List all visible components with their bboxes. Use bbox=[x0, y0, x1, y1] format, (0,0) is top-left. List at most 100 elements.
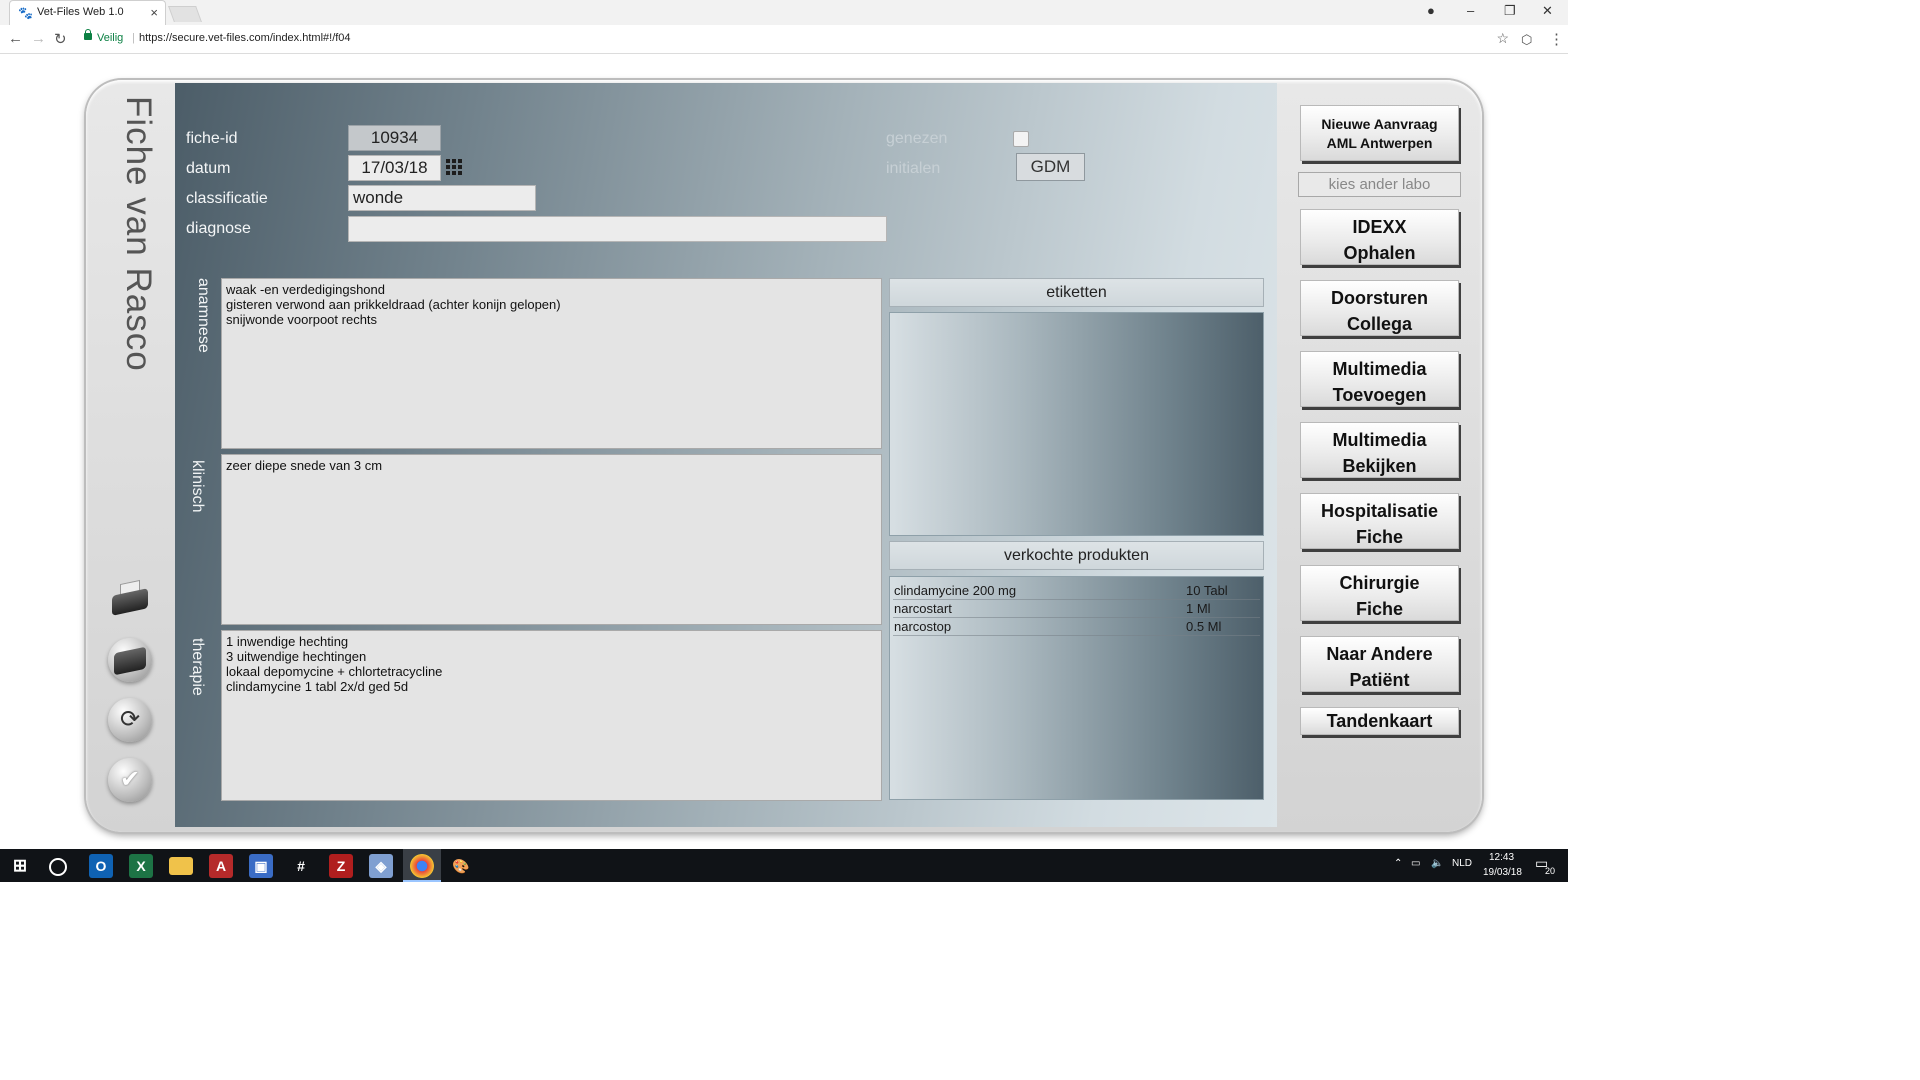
button-line: Doorsturen bbox=[1330, 288, 1428, 308]
initialen-field[interactable]: GDM bbox=[1016, 153, 1085, 181]
omnibox[interactable]: Veilig | https://secure.vet-files.com/in… bbox=[77, 28, 1516, 52]
security-label: Veilig bbox=[97, 32, 124, 44]
button-line: Chirurgie bbox=[1339, 573, 1420, 593]
clock-date[interactable]: 19/03/18 bbox=[1483, 867, 1522, 878]
paint-icon[interactable]: 🎨 bbox=[449, 854, 473, 878]
new-tab-button[interactable] bbox=[168, 6, 202, 22]
check-icon[interactable]: ✔ bbox=[108, 758, 152, 802]
doorsturen-collega-button[interactable]: Doorsturen Collega bbox=[1300, 280, 1459, 336]
product-name: narcostop bbox=[894, 619, 952, 634]
printer-icon[interactable] bbox=[108, 578, 152, 622]
verkochte-produkten-list[interactable]: clindamycine 200 mg 10 Tabl narcostart 1… bbox=[889, 576, 1264, 800]
genezen-label: genezen bbox=[886, 130, 948, 147]
filezilla-icon[interactable]: Z bbox=[329, 854, 353, 878]
genezen-checkbox[interactable] bbox=[1013, 131, 1029, 147]
clock-time[interactable]: 12:43 bbox=[1489, 852, 1514, 863]
button-line: Ophalen bbox=[1343, 243, 1416, 263]
virtualbox-icon[interactable]: ◈ bbox=[369, 854, 393, 878]
klinisch-textarea[interactable]: zeer diepe snede van 3 cm bbox=[221, 454, 882, 625]
extension-icon[interactable]: ⬡ bbox=[1521, 32, 1532, 48]
verkochte-produkten-header[interactable]: verkochte produkten bbox=[889, 541, 1264, 570]
fiche-id-label: fiche-id bbox=[186, 130, 238, 147]
reload-icon[interactable]: ↻ bbox=[54, 30, 67, 48]
access-icon[interactable]: A bbox=[209, 854, 233, 878]
slack-icon[interactable]: # bbox=[289, 854, 313, 878]
browser-tab[interactable]: 🐾 Vet-Files Web 1.0 × bbox=[9, 0, 166, 25]
browser-tabbar: 🐾 Vet-Files Web 1.0 × ● – ❐ ✕ bbox=[0, 0, 1568, 25]
account-icon[interactable]: ● bbox=[1427, 3, 1435, 18]
tab-close-icon[interactable]: × bbox=[150, 5, 158, 20]
restore-icon[interactable]: ❐ bbox=[1504, 3, 1516, 19]
file-explorer-icon[interactable] bbox=[169, 857, 193, 875]
product-qty: 10 Tabl bbox=[1186, 583, 1228, 598]
tray-chevron-icon[interactable]: ⌃ bbox=[1394, 858, 1402, 869]
button-line: Toevoegen bbox=[1332, 385, 1427, 405]
product-qty: 0.5 Ml bbox=[1186, 619, 1222, 634]
network-icon[interactable]: ▭ bbox=[1411, 858, 1420, 869]
idexx-ophalen-button[interactable]: IDEXX Ophalen bbox=[1300, 209, 1459, 265]
datum-field[interactable]: 17/03/18 bbox=[348, 155, 441, 181]
minimize-icon[interactable]: – bbox=[1467, 3, 1474, 18]
button-line: Nieuwe Aanvraag bbox=[1321, 116, 1438, 132]
naar-andere-patient-button[interactable]: Naar Andere Patiënt bbox=[1300, 636, 1459, 692]
button-line: Naar Andere bbox=[1326, 644, 1433, 664]
excel-icon[interactable]: X bbox=[129, 854, 153, 878]
back-icon[interactable]: ← bbox=[8, 30, 23, 47]
windows-taskbar: ⊞ O X A ▣ # Z ◈ 🎨 ⌃ ▭ 🔈 NLD 12:43 19/03/… bbox=[0, 849, 1568, 882]
url-text[interactable]: https://secure.vet-files.com/index.html#… bbox=[139, 32, 351, 44]
forward-icon[interactable]: → bbox=[31, 30, 46, 47]
chrome-icon[interactable] bbox=[410, 854, 434, 878]
datum-label: datum bbox=[186, 160, 231, 177]
vetfiles-favicon-icon: 🐾 bbox=[18, 6, 33, 20]
windows-start-icon[interactable]: ⊞ bbox=[8, 854, 32, 878]
chirurgie-fiche-button[interactable]: Chirurgie Fiche bbox=[1300, 565, 1459, 621]
label-printer-icon[interactable] bbox=[108, 638, 152, 682]
menu-icon[interactable]: ⋮ bbox=[1549, 30, 1564, 48]
bookmark-star-icon[interactable]: ☆ bbox=[1496, 30, 1509, 47]
button-line: Hospitalisatie bbox=[1320, 501, 1439, 521]
text-line: waak -en verdedigingshond bbox=[226, 282, 385, 297]
button-line: Fiche bbox=[1355, 527, 1403, 547]
calendar-icon[interactable] bbox=[446, 159, 462, 175]
product-name: narcostart bbox=[894, 601, 952, 616]
classificatie-field[interactable]: wonde bbox=[348, 185, 536, 211]
product-row[interactable]: narcostart 1 Ml bbox=[893, 599, 1260, 618]
kies-ander-labo-select[interactable]: kies ander labo bbox=[1298, 172, 1461, 197]
multimedia-bekijken-button[interactable]: Multimedia Bekijken bbox=[1300, 422, 1459, 478]
cortana-icon[interactable] bbox=[49, 858, 67, 876]
button-line: Bekijken bbox=[1342, 456, 1417, 476]
button-line: AML Antwerpen bbox=[1326, 135, 1433, 151]
product-name: clindamycine 200 mg bbox=[894, 583, 1017, 598]
therapie-textarea[interactable]: 1 inwendige hechting 3 uitwendige hechti… bbox=[221, 630, 882, 801]
text-line: lokaal depomycine + chlortetracycline bbox=[226, 664, 443, 679]
etiketten-header[interactable]: etiketten bbox=[889, 278, 1264, 307]
outlook-icon[interactable]: O bbox=[89, 854, 113, 878]
lock-icon bbox=[84, 29, 92, 40]
network-app-icon[interactable]: ▣ bbox=[249, 854, 273, 878]
diagnose-field[interactable] bbox=[348, 216, 887, 242]
anamnese-textarea[interactable]: waak -en verdedigingshond gisteren verwo… bbox=[221, 278, 882, 449]
klinisch-label: klinisch bbox=[189, 460, 206, 513]
button-line: Patiënt bbox=[1349, 670, 1410, 690]
page-title: Fiche van Rasco bbox=[119, 96, 158, 372]
therapie-label: therapie bbox=[189, 638, 206, 696]
nieuwe-aanvraag-aml-button[interactable]: Nieuwe Aanvraag AML Antwerpen bbox=[1300, 105, 1459, 161]
text-line: snijwonde voorpoot rechts bbox=[226, 312, 378, 327]
text-line: gisteren verwond aan prikkeldraad (achte… bbox=[226, 297, 561, 312]
product-row[interactable]: clindamycine 200 mg 10 Tabl bbox=[893, 581, 1260, 600]
volume-icon[interactable]: 🔈 bbox=[1431, 858, 1443, 869]
address-bar-row: ← → ↻ Veilig | https://secure.vet-files.… bbox=[0, 25, 1568, 54]
hospitalisatie-fiche-button[interactable]: Hospitalisatie Fiche bbox=[1300, 493, 1459, 549]
anamnese-label: anamnese bbox=[195, 278, 212, 353]
etiketten-list[interactable] bbox=[889, 312, 1264, 536]
tandenkaart-button[interactable]: Tandenkaart bbox=[1300, 707, 1459, 735]
language-indicator[interactable]: NLD bbox=[1452, 858, 1472, 869]
notification-count: 20 bbox=[1545, 866, 1556, 876]
button-line: Fiche bbox=[1355, 599, 1403, 619]
product-row[interactable]: narcostop 0.5 Ml bbox=[893, 617, 1260, 636]
multimedia-toevoegen-button[interactable]: Multimedia Toevoegen bbox=[1300, 351, 1459, 407]
button-line: IDEXX bbox=[1352, 217, 1407, 237]
text-line: 1 inwendige hechting bbox=[226, 634, 349, 649]
window-close-icon[interactable]: ✕ bbox=[1542, 3, 1553, 19]
refresh-icon[interactable]: ⟳ bbox=[108, 698, 152, 742]
